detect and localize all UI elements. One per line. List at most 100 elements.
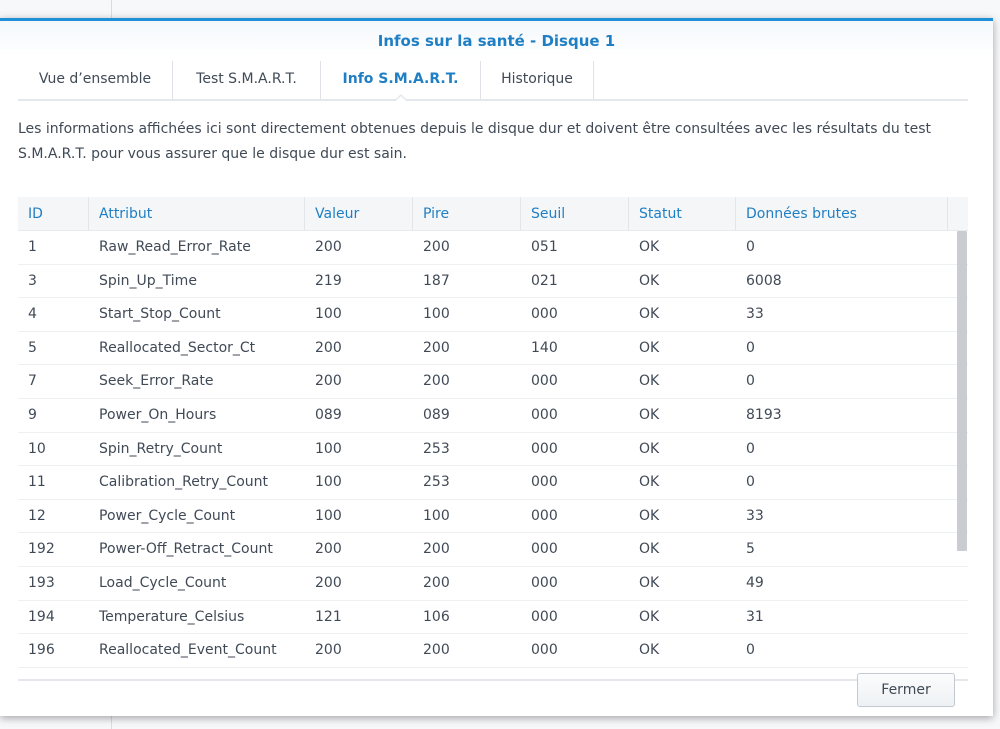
cell-threshold: 000 — [531, 373, 558, 390]
cell-status: OK — [639, 608, 660, 625]
cell-id: 7 — [28, 373, 37, 390]
cell-status: OK — [639, 507, 660, 524]
cell-attribute: Raw_Read_Error_Rate — [99, 239, 251, 255]
cell-raw-data: 8193 — [746, 406, 782, 423]
cell-id: 3 — [28, 272, 37, 289]
cell-threshold: 140 — [531, 339, 558, 356]
tab-smart-test[interactable]: Test S.M.A.R.T. — [173, 61, 321, 99]
cell-value: 200 — [315, 373, 342, 390]
tab-smart-info[interactable]: Info S.M.A.R.T. — [321, 61, 481, 102]
column-header-spacer — [948, 197, 968, 231]
cell-id: 192 — [28, 541, 55, 558]
cell-worst: 200 — [423, 339, 450, 356]
cell-worst: 089 — [423, 406, 450, 423]
column-header-worst[interactable]: Pire — [413, 197, 521, 231]
cell-raw-data: 33 — [746, 507, 764, 524]
cell-threshold: 000 — [531, 306, 558, 323]
table-row[interactable]: 192 Power-Off_Retract_Count 200 200 000 OK 5 — [18, 533, 968, 567]
cell-status: OK — [639, 306, 660, 323]
cell-raw-data: 0 — [746, 339, 755, 356]
table-row[interactable]: 196 Reallocated_Event_Count 200 200 000 OK 0 — [18, 634, 968, 668]
column-header-status[interactable]: Statut — [629, 197, 736, 231]
cell-raw-data: 0 — [746, 239, 755, 255]
cell-status: OK — [639, 642, 660, 659]
cell-threshold: 000 — [531, 440, 558, 457]
health-info-dialog: Infos sur la santé - Disque 1 Vue d’ense… — [0, 18, 993, 716]
cell-attribute: Start_Stop_Count — [99, 306, 221, 323]
table-row[interactable]: 1 Raw_Read_Error_Rate 200 200 051 OK 0 — [18, 231, 968, 265]
cell-attribute: Reallocated_Sector_Ct — [99, 339, 256, 356]
close-button[interactable]: Fermer — [857, 673, 955, 707]
cell-value: 200 — [315, 339, 342, 356]
cell-id: 9 — [28, 406, 37, 423]
column-header-attribute[interactable]: Attribut — [89, 197, 305, 231]
cell-id: 11 — [28, 474, 46, 491]
cell-threshold: 000 — [531, 608, 558, 625]
table-row[interactable]: 5 Reallocated_Sector_Ct 200 200 140 OK 0 — [18, 332, 968, 366]
cell-threshold: 000 — [531, 541, 558, 558]
cell-status: OK — [639, 440, 660, 457]
tab-bar: Vue d’ensemble Test S.M.A.R.T. Info S.M.… — [18, 61, 968, 102]
cell-worst: 200 — [423, 239, 450, 255]
table-row[interactable]: 3 Spin_Up_Time 219 187 021 OK 6008 — [18, 265, 968, 299]
cell-status: OK — [639, 339, 660, 356]
cell-raw-data: 5 — [746, 541, 755, 558]
cell-status: OK — [639, 272, 660, 289]
cell-threshold: 000 — [531, 474, 558, 491]
cell-value: 200 — [315, 239, 342, 255]
cell-attribute: Power_Cycle_Count — [99, 507, 236, 524]
table-row[interactable]: 12 Power_Cycle_Count 100 100 000 OK 33 — [18, 500, 968, 534]
tab-overview[interactable]: Vue d’ensemble — [18, 61, 173, 99]
cell-raw-data: 33 — [746, 306, 764, 323]
cell-value: 089 — [315, 406, 342, 423]
cell-id: 4 — [28, 306, 37, 323]
cell-attribute: Spin_Up_Time — [99, 272, 197, 289]
cell-raw-data: 0 — [746, 474, 755, 491]
table-scrollbar-thumb[interactable] — [957, 231, 967, 551]
tab-history[interactable]: Historique — [481, 61, 594, 99]
cell-worst: 200 — [423, 541, 450, 558]
cell-status: OK — [639, 239, 660, 255]
cell-id: 193 — [28, 574, 55, 591]
cell-attribute: Seek_Error_Rate — [99, 373, 214, 390]
cell-id: 196 — [28, 642, 55, 659]
cell-value: 200 — [315, 574, 342, 591]
cell-threshold: 000 — [531, 507, 558, 524]
cell-threshold: 000 — [531, 642, 558, 659]
dialog-title-bar: Infos sur la santé - Disque 1 — [0, 21, 993, 57]
table-row[interactable]: 4 Start_Stop_Count 100 100 000 OK 33 — [18, 298, 968, 332]
column-header-id[interactable]: ID — [18, 197, 89, 231]
column-header-value[interactable]: Valeur — [305, 197, 413, 231]
cell-status: OK — [639, 474, 660, 491]
table-row[interactable]: 7 Seek_Error_Rate 200 200 000 OK 0 — [18, 365, 968, 399]
cell-status: OK — [639, 373, 660, 390]
dialog-title: Infos sur la santé - Disque 1 — [377, 32, 616, 50]
cell-value: 121 — [315, 608, 342, 625]
cell-worst: 187 — [423, 272, 450, 289]
cell-attribute: Spin_Retry_Count — [99, 440, 223, 457]
cell-status: OK — [639, 406, 660, 423]
cell-id: 194 — [28, 608, 55, 625]
cell-worst: 200 — [423, 574, 450, 591]
table-row[interactable]: 10 Spin_Retry_Count 100 253 000 OK 0 — [18, 433, 968, 467]
cell-attribute: Power-Off_Retract_Count — [99, 541, 273, 558]
table-header: ID Attribut Valeur Pire Seuil Statut Don… — [18, 197, 968, 231]
table-row[interactable]: 9 Power_On_Hours 089 089 000 OK 8193 — [18, 399, 968, 433]
smart-info-description: Les informations affichées ici sont dire… — [18, 121, 932, 162]
column-header-raw-data[interactable]: Données brutes — [736, 197, 948, 231]
table-row[interactable]: 11 Calibration_Retry_Count 100 253 000 OK 0 — [18, 466, 968, 500]
table-body: 1 Raw_Read_Error_Rate 200 200 051 OK 0 3 Spin_Up… — [18, 231, 968, 668]
tab-smart-test-label: Test S.M.A.R.T. — [196, 71, 297, 87]
cell-id: 10 — [28, 440, 46, 457]
cell-value: 200 — [315, 642, 342, 659]
cell-value: 219 — [315, 272, 342, 289]
cell-worst: 200 — [423, 373, 450, 390]
cell-status: OK — [639, 541, 660, 558]
cell-status: OK — [639, 574, 660, 591]
column-header-threshold[interactable]: Seuil — [521, 197, 629, 231]
cell-raw-data: 0 — [746, 642, 755, 659]
table-row[interactable]: 193 Load_Cycle_Count 200 200 000 OK 49 — [18, 567, 968, 601]
table-row[interactable]: 194 Temperature_Celsius 121 106 000 OK 31 — [18, 601, 968, 635]
cell-attribute: Load_Cycle_Count — [99, 574, 227, 591]
cell-id: 1 — [28, 239, 37, 255]
